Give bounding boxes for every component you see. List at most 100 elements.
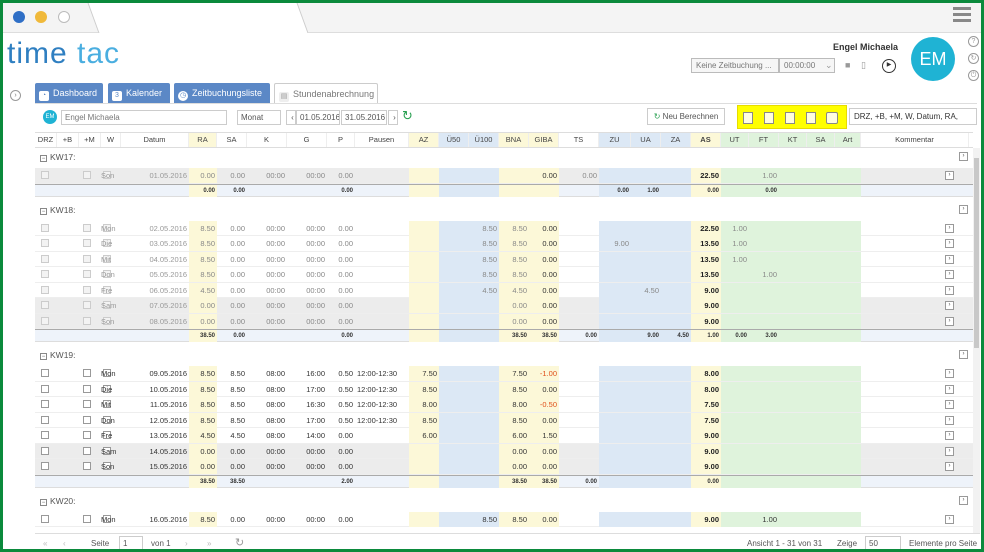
drz-checkbox[interactable] [41, 415, 49, 424]
table-row[interactable]: Mit 11.05.2016 8.50 8.50 08:00 16:30 0.50 12:00… [35, 397, 973, 413]
column-header[interactable]: Datum [121, 133, 189, 147]
row-edit-icon[interactable]: › [945, 285, 954, 295]
row-edit-icon[interactable]: › [945, 316, 954, 326]
drz-checkbox[interactable] [41, 285, 49, 294]
column-header[interactable]: DRZ [35, 133, 57, 147]
drz-checkbox[interactable] [41, 254, 49, 263]
week-action-icon[interactable]: › [959, 152, 968, 161]
row-edit-icon[interactable]: › [945, 462, 954, 471]
row-edit-icon[interactable]: › [945, 270, 954, 279]
help-icon[interactable]: ? [968, 36, 979, 47]
column-header[interactable]: SA [217, 133, 247, 147]
column-header[interactable]: G [287, 133, 327, 147]
column-header[interactable]: Pausen [355, 133, 409, 147]
column-header[interactable]: UT [721, 133, 749, 147]
week-action-icon[interactable]: › [959, 204, 968, 214]
table-row[interactable]: Son 15.05.2016 0.00 0.00 00:00 00:00 0.00 0.00 0… [35, 459, 973, 475]
column-header[interactable]: Ü50 [439, 133, 469, 147]
row-edit-icon[interactable]: › [945, 514, 954, 524]
scrollbar[interactable] [973, 148, 980, 533]
next-period-icon[interactable]: › [388, 110, 398, 125]
table-row[interactable]: Mon 09.05.2016 8.50 8.50 08:00 16:00 0.50 12:00… [35, 366, 973, 382]
row-edit-icon[interactable]: › [945, 239, 954, 248]
b-checkbox[interactable] [83, 301, 91, 309]
week-group-header[interactable]: − KW17: › [35, 148, 973, 166]
column-header[interactable]: +M [79, 133, 101, 147]
print-icon[interactable] [826, 112, 838, 124]
row-edit-icon[interactable]: › [945, 301, 954, 310]
table-row[interactable]: Sam 14.05.2016 0.00 0.00 00:00 00:00 0.00 0.00 0… [35, 443, 973, 459]
b-checkbox[interactable] [83, 285, 91, 294]
column-header[interactable]: UA [631, 133, 661, 147]
page-input[interactable]: 1 [119, 536, 143, 549]
power-icon[interactable]: ⏻ [968, 70, 979, 81]
drz-checkbox[interactable] [41, 369, 49, 377]
drz-checkbox[interactable] [41, 384, 49, 393]
row-edit-icon[interactable]: › [945, 384, 954, 394]
column-header[interactable]: K [247, 133, 287, 147]
booking-select[interactable]: Keine Zeitbuchung ... [691, 58, 779, 73]
row-edit-icon[interactable]: › [945, 171, 954, 180]
pdf-export-icon[interactable] [806, 112, 816, 124]
b-checkbox[interactable] [83, 400, 91, 408]
b-checkbox[interactable] [83, 316, 91, 325]
column-header[interactable]: KT [779, 133, 807, 147]
table-row[interactable]: Mit 04.05.2016 8.50 0.00 00:00 00:00 0.00 8.50 8… [35, 251, 973, 267]
chevron-down-icon[interactable]: ⌄ [825, 60, 833, 71]
row-edit-icon[interactable]: › [945, 446, 954, 456]
drz-checkbox[interactable] [41, 446, 49, 455]
b-checkbox[interactable] [83, 239, 91, 247]
collapse-icon[interactable]: − [40, 207, 47, 215]
week-group-header[interactable]: − KW19: › [35, 346, 973, 364]
row-edit-icon[interactable]: › [945, 369, 954, 378]
drz-checkbox[interactable] [41, 171, 49, 179]
b-checkbox[interactable] [83, 369, 91, 377]
b-checkbox[interactable] [83, 431, 91, 439]
column-header[interactable]: +B [57, 133, 79, 147]
tab-dashboard[interactable]: ◔ Dashboard [35, 83, 103, 103]
table-row[interactable]: Die 03.05.2016 8.50 0.00 00:00 00:00 0.00 8.50 8… [35, 236, 973, 252]
first-page-icon[interactable]: « [43, 539, 47, 548]
avatar[interactable]: EM [911, 37, 955, 81]
row-edit-icon[interactable]: › [945, 254, 954, 264]
column-header[interactable]: ZU [599, 133, 631, 147]
column-header[interactable]: FT [749, 133, 779, 147]
tab-stundenabrechnung[interactable]: ▤ Stundenabrechnung [274, 83, 378, 103]
window-dot-yellow[interactable] [35, 11, 47, 23]
csv-export-icon[interactable] [785, 112, 795, 124]
column-header[interactable]: TS [559, 133, 599, 147]
drz-checkbox[interactable] [41, 223, 49, 232]
drz-checkbox[interactable] [41, 514, 49, 523]
b-checkbox[interactable] [83, 223, 91, 232]
column-header[interactable]: RA [189, 133, 217, 147]
excel-export-icon[interactable] [743, 112, 753, 124]
week-group-header[interactable]: − KW20: › [35, 491, 973, 510]
table-row[interactable]: Fre 06.05.2016 4.50 0.00 00:00 00:00 0.00 4.50 4… [35, 282, 973, 298]
b-checkbox[interactable] [83, 270, 91, 278]
prev-period-icon[interactable]: ‹ [286, 110, 296, 125]
employee-select[interactable]: Engel Michaela [61, 110, 227, 125]
column-header[interactable]: BNA [499, 133, 529, 147]
drz-checkbox[interactable] [41, 270, 49, 278]
table-row[interactable]: Don 12.05.2016 8.50 8.50 08:00 17:00 0.50 12:00… [35, 412, 973, 428]
row-edit-icon[interactable]: › [945, 415, 954, 425]
b-checkbox[interactable] [83, 415, 91, 424]
column-header[interactable]: GIBA [529, 133, 559, 147]
table-row[interactable]: Mon 02.05.2016 8.50 0.00 00:00 00:00 0.00 8.50 8… [35, 220, 973, 236]
refresh-icon[interactable]: ↻ [968, 53, 979, 64]
last-page-icon[interactable]: » [207, 539, 211, 548]
table-row[interactable]: Die 10.05.2016 8.50 8.50 08:00 17:00 0.50 12:00… [35, 381, 973, 397]
drz-checkbox[interactable] [41, 316, 49, 325]
drz-checkbox[interactable] [41, 301, 49, 309]
sidebar-toggle-icon[interactable]: › [10, 90, 21, 101]
column-header[interactable]: SA [807, 133, 835, 147]
column-header[interactable]: AZ [409, 133, 439, 147]
b-checkbox[interactable] [83, 254, 91, 263]
collapse-icon[interactable]: − [40, 498, 47, 506]
pause-icon[interactable]: ▯ [861, 60, 866, 71]
date-to-input[interactable]: 31.05.2016 [341, 110, 387, 125]
date-from-input[interactable]: 01.05.2016 [296, 110, 340, 125]
browser-tab[interactable] [87, 3, 309, 33]
scrollbar-thumb[interactable] [974, 158, 979, 348]
drz-checkbox[interactable] [41, 431, 49, 439]
